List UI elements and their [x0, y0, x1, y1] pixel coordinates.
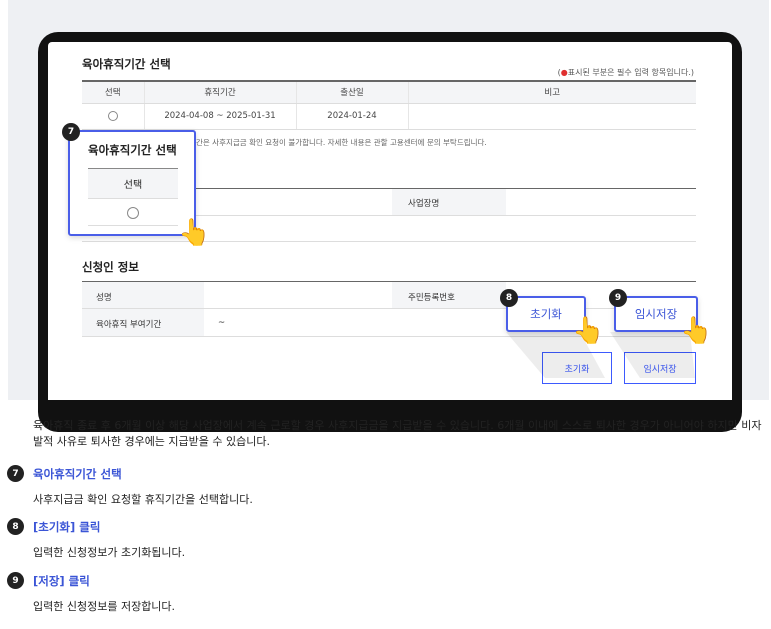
step-text-7: 사후지급금 확인 요청할 휴직기간을 선택합니다. — [33, 493, 253, 506]
info-note: 간은 사후지급금 확인 요청이 불가합니다. 자세한 내용은 관할 고용센터에 … — [196, 138, 487, 147]
period-section-title: 육아휴직기간 선택 — [82, 57, 171, 71]
step-text-8: 입력한 신청정보가 초기화됩니다. — [33, 546, 186, 559]
callout-title: 육아휴직기간 선택 — [88, 143, 177, 157]
step-badge-8: 8 — [7, 518, 24, 535]
col-period: 휴직기간 — [144, 81, 297, 104]
birth-date-cell: 2024-01-24 — [296, 103, 409, 130]
applicant-section-title: 신청인 정보 — [82, 260, 139, 274]
leave-granted-label: 육아휴직 부여기간 — [96, 320, 162, 330]
badge-8: 8 — [500, 289, 518, 307]
leave-granted-value: ~ — [218, 318, 226, 328]
step-text-9: 입력한 신청정보를 저장합니다. — [33, 600, 176, 613]
col-select: 선택 — [82, 81, 145, 104]
period-radio[interactable] — [107, 110, 118, 121]
rrn-label: 주민등록번호 — [408, 293, 455, 303]
step-badge-7: 7 — [7, 465, 24, 482]
col-remark: 비고 — [408, 81, 696, 104]
callout-radio[interactable] — [127, 206, 139, 219]
divider — [82, 241, 696, 242]
col-birth-date: 출산일 — [296, 81, 409, 104]
table-row: 2024-04-08 ~ 2025-01-31 2024-01-24 — [82, 103, 696, 130]
callout-period-select: 육아휴직기간 선택 선택 — [68, 130, 196, 236]
step-title-7: 육아휴직기간 선택 — [33, 467, 122, 481]
badge-9: 9 — [609, 289, 627, 307]
description-text: 육아휴직 종료 후 6개월 이상 해당 사업장에서 계속 근로할 경우 사후지급… — [33, 419, 762, 448]
pointer-hand-icon: 👆 — [178, 218, 211, 248]
step-title-8: [초기화] 클릭 — [33, 520, 101, 534]
divider — [82, 308, 696, 309]
company-label: 사업장명 — [408, 199, 440, 209]
required-note: (●표시된 부분은 필수 입력 항목입니다.) — [557, 68, 694, 77]
callout-radio-cell[interactable] — [88, 200, 178, 226]
step-badge-9: 9 — [7, 572, 24, 589]
badge-7: 7 — [62, 123, 80, 141]
name-label: 성명 — [96, 293, 112, 303]
callout-column-header: 선택 — [88, 168, 178, 199]
select-cell[interactable] — [82, 103, 145, 130]
remark-cell — [408, 103, 696, 130]
period-table: 선택 휴직기간 출산일 비고 2024-04-08 ~ 2025-01-31 2… — [82, 80, 696, 130]
period-cell: 2024-04-08 ~ 2025-01-31 — [144, 103, 297, 130]
step-title-9: [저장] 클릭 — [33, 574, 90, 588]
required-dot-icon: ● — [560, 68, 568, 77]
guide-page: 육아휴직기간 선택 (●표시된 부분은 필수 입력 항목입니다.) 선택 휴직기… — [0, 0, 771, 629]
pointer-hand-icon: 👆 — [572, 316, 605, 346]
pointer-hand-icon: 👆 — [680, 316, 713, 346]
